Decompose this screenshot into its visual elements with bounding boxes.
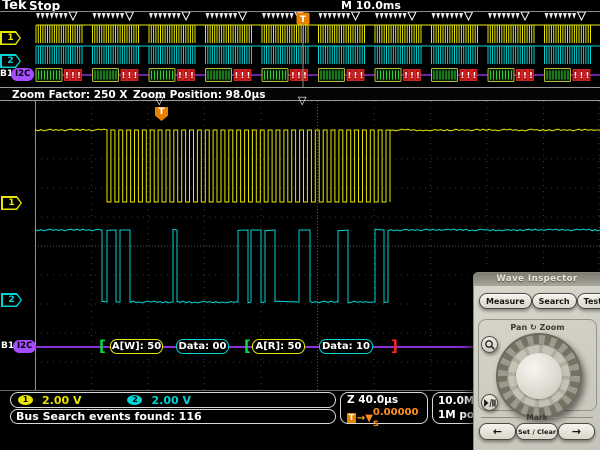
overview-bus-type-pill: I2C (11, 68, 34, 81)
search-results-message-box: Bus Search events found: 116 (10, 409, 336, 424)
svg-text:!: ! (404, 71, 408, 80)
trigger-delay-readout: 0.00000 s (373, 407, 427, 429)
svg-text:!: ! (291, 71, 295, 80)
test-button[interactable]: Test (577, 293, 600, 309)
zoom-button[interactable] (481, 336, 498, 353)
svg-text:!: ! (416, 71, 420, 80)
zoom-knob-center[interactable] (516, 353, 562, 399)
svg-text:!: ! (529, 71, 533, 80)
bus-type-pill: I2C (13, 340, 36, 353)
zoom-factor-readout: Zoom Factor: 250 X (12, 89, 127, 101)
expansion-point-triangle: ▽ (298, 96, 306, 106)
pan-zoom-label: Pan ↻ Zoom (479, 323, 596, 332)
pan-zoom-section: Pan ↻ Zoom (478, 319, 597, 411)
rotate-icon: ↻ (530, 323, 537, 332)
channel1-scale: 2.00 V (42, 394, 81, 407)
svg-text:!: ! (580, 71, 584, 80)
mark-next-button[interactable]: → (558, 423, 595, 440)
mark-button-row: ← Set / Clear → (479, 423, 595, 440)
oscilloscope-screen: { "header": {"logo": "Tek", "acq_status"… (0, 0, 600, 450)
svg-text:!: ! (247, 71, 251, 80)
zoom-timebase-readout: Z 40.0µs (347, 394, 427, 406)
pan-knob-ring[interactable] (507, 344, 571, 408)
mark-label: Mark (526, 413, 547, 422)
play-pause-button[interactable] (481, 394, 498, 411)
search-results-message: Bus Search events found: 116 (11, 410, 202, 423)
svg-text:T: T (300, 15, 307, 25)
svg-text:!: ! (410, 71, 414, 80)
zoom-position-readout: Zoom Position: 98.0µs (133, 89, 265, 101)
svg-text:!: ! (134, 71, 138, 80)
svg-text:!: ! (303, 71, 307, 80)
svg-text:!: ! (354, 71, 358, 80)
svg-text:!: ! (517, 71, 521, 80)
svg-text:!: ! (122, 71, 126, 80)
wave-inspector-panel: Wave Inspector Measure Search Test Pan ↻… (473, 272, 600, 450)
svg-text:!: ! (574, 71, 578, 80)
trigger-position-triangle: ▽ (155, 96, 163, 106)
channel2-scale: 2.00 V (151, 394, 190, 407)
mark-set-clear-button[interactable]: Set / Clear (516, 423, 558, 440)
svg-text:!: ! (297, 71, 301, 80)
svg-text:!: ! (467, 71, 471, 80)
svg-text:!: ! (128, 71, 132, 80)
panel-title: Wave Inspector (474, 273, 600, 286)
channel-scale-readouts: 1 2.00 V 2 2.00 V (10, 392, 336, 408)
measure-button[interactable]: Measure (479, 293, 532, 309)
svg-text:!: ! (178, 71, 182, 80)
svg-text:!: ! (473, 71, 477, 80)
zoom-timebase-box: Z 40.0µs T→▼0.00000 s (340, 392, 428, 424)
svg-text:!: ! (184, 71, 188, 80)
svg-text:!: ! (77, 71, 81, 80)
svg-text:!: ! (190, 71, 194, 80)
svg-text:!: ! (65, 71, 69, 80)
trigger-delay-row: T→▼0.00000 s (347, 407, 427, 429)
magnifier-icon (484, 339, 496, 351)
trigger-arrows: →▼ (357, 413, 373, 424)
mark-prev-button[interactable]: ← (479, 423, 516, 440)
channel2-badge: 2 (127, 395, 142, 405)
svg-text:!: ! (523, 71, 527, 80)
pan-zoom-knob[interactable] (496, 333, 582, 419)
svg-text:!: ! (348, 71, 352, 80)
svg-text:!: ! (360, 71, 364, 80)
channel1-badge: 1 (18, 395, 33, 405)
play-pause-icon (483, 398, 496, 408)
svg-text:!: ! (235, 71, 239, 80)
search-button[interactable]: Search (532, 293, 577, 309)
panel-button-row: Measure Search Test (474, 286, 600, 309)
svg-text:!: ! (71, 71, 75, 80)
trigger-delay-icon: T (347, 413, 356, 423)
svg-text:!: ! (461, 71, 465, 80)
overview-waveform-canvas: !!!!!!!!!!!!!!!!!!!!!!!!!!!!!! T (0, 12, 600, 87)
mark-section-header: Mark (481, 413, 593, 422)
svg-text:!: ! (586, 71, 590, 80)
svg-text:!: ! (241, 71, 245, 80)
